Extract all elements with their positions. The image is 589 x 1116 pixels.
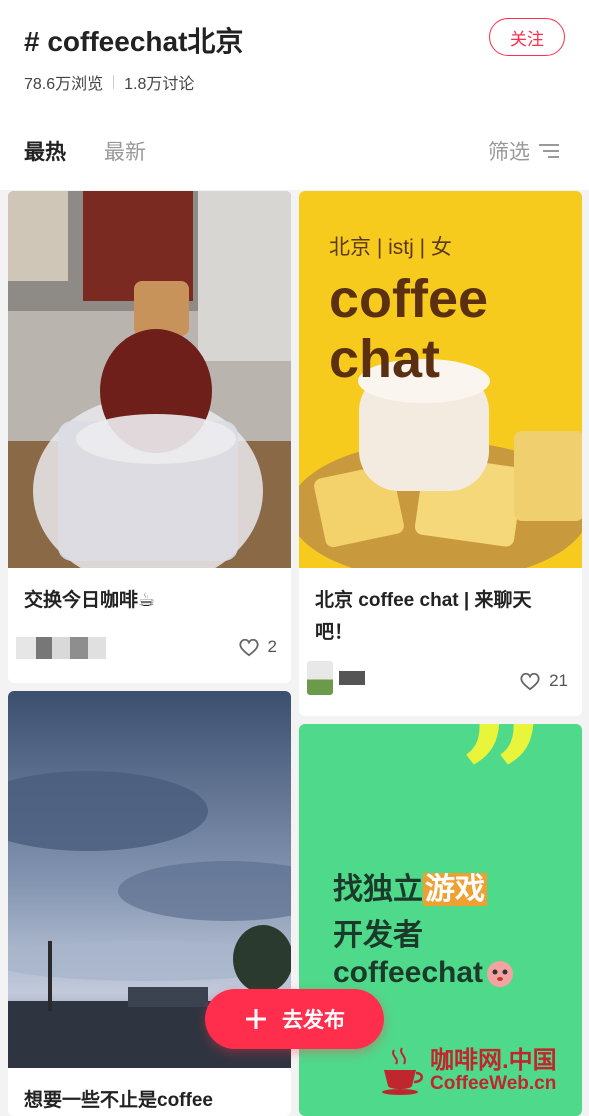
watermark-en: CoffeeWeb.cn (430, 1072, 557, 1094)
stats-divider (113, 75, 115, 89)
post-card[interactable]: 想要一些不止是coffee (8, 691, 291, 1116)
post-author[interactable] (16, 637, 106, 659)
author-name[interactable] (339, 671, 365, 685)
poster-line1: 找独立游戏 (333, 864, 487, 908)
discussions-count: 1.8万讨论 (124, 76, 195, 93)
tab-latest[interactable]: 最新 (104, 136, 146, 166)
poster-title-line1: coffee (329, 269, 489, 329)
tab-hot[interactable]: 最热 (24, 136, 66, 166)
heart-icon (520, 672, 540, 691)
post-card[interactable]: 北京 | istj | 女 coffee chat 北京 coffee chat… (299, 191, 582, 716)
poster-line1-prefix: 找独立 (333, 873, 423, 906)
post-caption[interactable]: 想要一些不止是coffee (24, 1085, 277, 1116)
poster-line3: coffeechat (333, 956, 515, 990)
poster-line2: 开发者 (333, 919, 423, 952)
post-author[interactable] (307, 661, 365, 695)
topic-title: # coffeechat北京 (24, 26, 244, 57)
filter-label: 筛选 (488, 141, 530, 164)
publish-button[interactable]: 去发布 (205, 989, 384, 1049)
post-caption[interactable]: 北京 coffee chat | 来聊天吧！ (315, 585, 568, 649)
poster-tagline: 北京 | istj | 女 (329, 236, 452, 259)
like-count: 2 (267, 637, 277, 656)
topic-header: # coffeechat北京 78.6万浏览 1.8万讨论 关注 最热 最新 筛… (0, 0, 589, 190)
blush-face-icon (487, 961, 514, 987)
plus-icon (246, 1009, 266, 1029)
sort-tabs: 最热 最新 (24, 136, 146, 166)
poster-title-line2: chat (329, 329, 441, 389)
topic-stats: 78.6万浏览 1.8万讨论 (24, 70, 194, 94)
publish-label: 去发布 (282, 1009, 345, 1032)
watermark: 咖啡网.中国 CoffeeWeb.cn (380, 1046, 557, 1096)
filter-button[interactable]: 筛选 (488, 136, 560, 166)
like-count: 21 (549, 671, 568, 690)
avatar[interactable] (307, 661, 333, 695)
like-button[interactable]: 2 (238, 637, 277, 657)
filter-icon (539, 144, 559, 158)
poster-line3-text: coffeechat (333, 956, 484, 989)
views-count: 78.6万浏览 (24, 76, 104, 93)
heart-icon (238, 638, 259, 657)
post-caption[interactable]: 交换今日咖啡☕ (24, 585, 277, 617)
like-button[interactable]: 21 (519, 671, 568, 691)
coffee-cup-logo-icon (382, 1047, 423, 1095)
poster-highlight: 游戏 (423, 873, 487, 906)
post-card[interactable]: 交换今日咖啡☕ 2 (8, 191, 291, 683)
post-image[interactable] (8, 191, 291, 568)
quote-mark-icon: ” (459, 724, 546, 867)
avatar[interactable] (16, 637, 106, 659)
watermark-cn: 咖啡网.中国 (430, 1047, 557, 1075)
follow-button[interactable]: 关注 (489, 18, 565, 56)
